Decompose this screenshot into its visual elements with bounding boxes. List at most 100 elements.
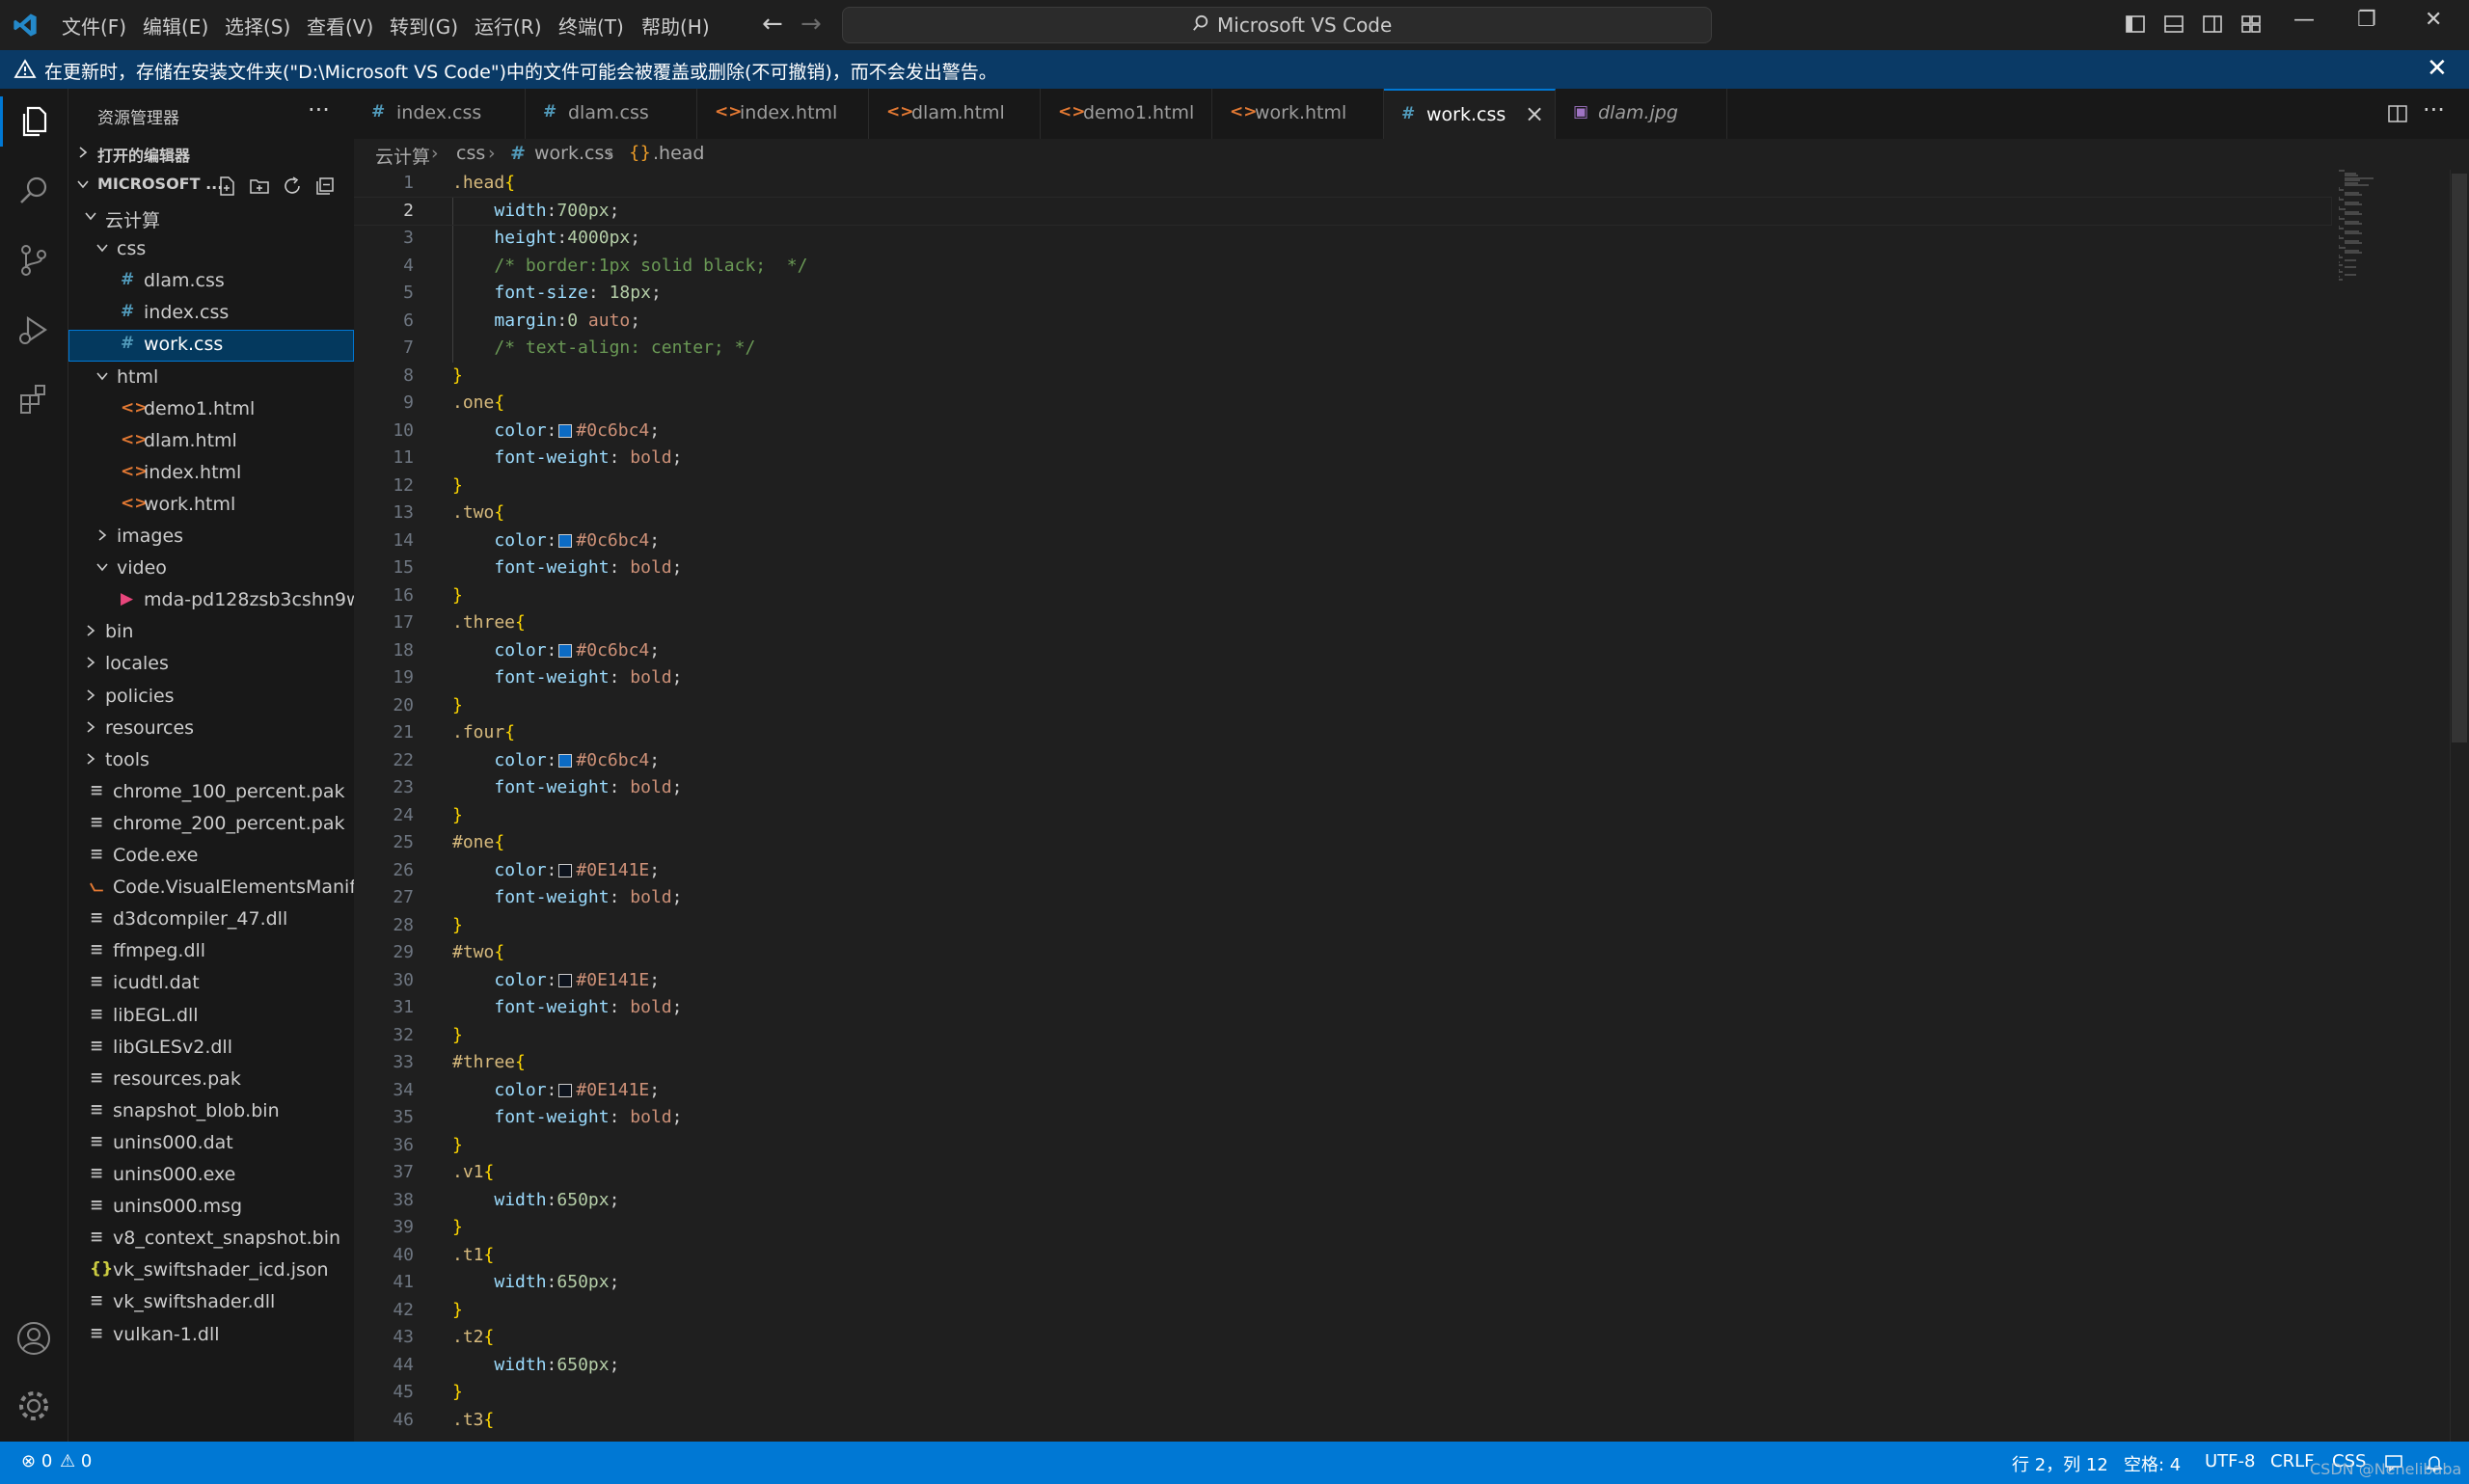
- tree-folder[interactable]: video: [68, 553, 354, 585]
- settings-gear-icon[interactable]: [14, 1387, 53, 1425]
- tree-file[interactable]: <> work.html: [68, 490, 354, 522]
- tree-file[interactable]: ≡ ffmpeg.dll: [68, 936, 354, 968]
- tree-file[interactable]: ≡ v8_context_snapshot.bin: [68, 1224, 354, 1255]
- menu-item[interactable]: 运行(R): [475, 12, 542, 40]
- color-swatch[interactable]: [558, 753, 573, 768]
- menu-item[interactable]: 查看(V): [307, 12, 373, 40]
- tree-folder[interactable]: policies: [68, 682, 354, 714]
- color-swatch[interactable]: [558, 863, 573, 877]
- refresh-icon[interactable]: [281, 175, 304, 198]
- minimap[interactable]: [2339, 170, 2416, 285]
- toggle-primary-sidebar-icon[interactable]: [2125, 13, 2146, 35]
- editor-tab[interactable]: # dlam.css: [526, 89, 697, 139]
- editor-more-actions-icon[interactable]: ···: [2423, 96, 2445, 123]
- collapse-all-icon[interactable]: [313, 175, 337, 198]
- tree-folder[interactable]: resources: [68, 714, 354, 745]
- tree-file[interactable]: ≡ resources.pak: [68, 1065, 354, 1096]
- color-swatch[interactable]: [558, 643, 573, 658]
- close-window-button[interactable]: ✕: [2425, 8, 2442, 32]
- back-arrow-icon[interactable]: ←: [762, 10, 783, 39]
- tree-file[interactable]: <> index.html: [68, 458, 354, 490]
- warnings-status[interactable]: ⚠ 0: [60, 1451, 92, 1471]
- extensions-icon[interactable]: [14, 380, 53, 418]
- tree-file[interactable]: ≡ unins000.msg: [68, 1192, 354, 1224]
- color-swatch[interactable]: [558, 973, 573, 987]
- tree-folder[interactable]: css: [68, 234, 354, 266]
- breadcrumb-item[interactable]: css: [456, 143, 485, 164]
- editor-tab[interactable]: <> work.html: [1212, 89, 1384, 139]
- close-banner-icon[interactable]: ✕: [2427, 54, 2448, 83]
- menu-item[interactable]: 选择(S): [225, 12, 290, 40]
- editor-tab[interactable]: <> dlam.html: [869, 89, 1041, 139]
- run-debug-icon[interactable]: [14, 310, 53, 349]
- tree-file[interactable]: ≡ unins000.exe: [68, 1160, 354, 1192]
- tree-file[interactable]: # index.css: [68, 298, 354, 330]
- open-editors-section[interactable]: 打开的编辑器: [68, 139, 354, 171]
- tree-file[interactable]: # work.css: [68, 330, 354, 363]
- breadcrumb-item[interactable]: 云计算: [375, 143, 430, 169]
- color-swatch[interactable]: [558, 533, 573, 548]
- tree-folder[interactable]: images: [68, 522, 354, 553]
- tree-file[interactable]: ≡ icudtl.dat: [68, 968, 354, 1000]
- tree-file[interactable]: {} vk_swiftshader_icd.json: [68, 1255, 354, 1287]
- customize-layout-icon[interactable]: [2240, 13, 2262, 35]
- menu-item[interactable]: 终端(T): [558, 12, 624, 40]
- accounts-icon[interactable]: [14, 1319, 53, 1358]
- tree-file[interactable]: <> demo1.html: [68, 394, 354, 426]
- close-tab-icon[interactable]: ×: [1525, 100, 1544, 127]
- eol-status[interactable]: CRLF: [2270, 1451, 2314, 1471]
- tree-folder[interactable]: html: [68, 363, 354, 394]
- explorer-icon[interactable]: [14, 102, 53, 141]
- tree-file[interactable]: ≡ Code.exe: [68, 841, 354, 873]
- encoding-status[interactable]: UTF-8: [2205, 1451, 2255, 1471]
- editor-tab[interactable]: # index.css: [354, 89, 526, 139]
- restore-button[interactable]: ❐: [2357, 8, 2376, 32]
- tree-file[interactable]: ≡ chrome_100_percent.pak: [68, 777, 354, 809]
- menu-item[interactable]: 文件(F): [62, 12, 126, 40]
- menu-item[interactable]: 帮助(H): [641, 12, 710, 40]
- tree-folder[interactable]: 云计算: [68, 202, 354, 234]
- breadcrumb-item[interactable]: .head: [653, 143, 704, 164]
- minimize-button[interactable]: —: [2293, 8, 2315, 32]
- tree-file[interactable]: ≡ unins000.dat: [68, 1128, 354, 1160]
- scrollbar-thumb[interactable]: [2452, 174, 2467, 742]
- tree-file[interactable]: ≡ snapshot_blob.bin: [68, 1096, 354, 1128]
- menu-item[interactable]: 转到(G): [390, 12, 458, 40]
- editor-tab[interactable]: <> index.html: [697, 89, 869, 139]
- tree-folder[interactable]: tools: [68, 745, 354, 777]
- code-editor[interactable]: 1 .head{2 width:700px; 3 height:4000px; 4 /…: [354, 170, 2469, 1442]
- tree-file[interactable]: ≡ libEGL.dll: [68, 1001, 354, 1033]
- toggle-secondary-sidebar-icon[interactable]: [2202, 13, 2223, 35]
- editor-tab[interactable]: # work.css ×: [1384, 89, 1556, 139]
- new-file-icon[interactable]: [215, 175, 238, 198]
- split-editor-icon[interactable]: [2386, 102, 2409, 125]
- tree-file[interactable]: ⦦ Code.VisualElementsManif...: [68, 873, 372, 904]
- more-actions-icon[interactable]: ···: [308, 96, 330, 123]
- menu-item[interactable]: 编辑(E): [143, 12, 208, 40]
- tree-file[interactable]: ≡ libGLESv2.dll: [68, 1033, 354, 1065]
- tree-file[interactable]: ≡ d3dcompiler_47.dll: [68, 904, 354, 936]
- tree-file[interactable]: ≡ vulkan-1.dll: [68, 1320, 354, 1352]
- workspace-folder-section[interactable]: MICROSOFT ...: [68, 171, 354, 202]
- color-swatch[interactable]: [558, 1083, 573, 1097]
- indentation-status[interactable]: 空格: 4: [2124, 1451, 2181, 1476]
- tree-folder[interactable]: locales: [68, 649, 354, 681]
- tree-file[interactable]: # dlam.css: [68, 266, 354, 298]
- toggle-panel-icon[interactable]: [2163, 13, 2184, 35]
- source-control-icon[interactable]: [14, 241, 53, 280]
- command-center[interactable]: Microsoft VS Code: [842, 7, 1712, 43]
- tree-file[interactable]: ≡ vk_swiftshader.dll: [68, 1287, 354, 1319]
- breadcrumb-item[interactable]: work.css: [534, 143, 613, 164]
- editor-tab[interactable]: <> demo1.html: [1041, 89, 1212, 139]
- editor-tab[interactable]: ▣ dlam.jpg: [1556, 89, 1727, 139]
- new-folder-icon[interactable]: [248, 175, 271, 198]
- tree-folder[interactable]: bin: [68, 617, 354, 649]
- tree-file[interactable]: ≡ chrome_200_percent.pak: [68, 809, 354, 841]
- tree-file[interactable]: <> dlam.html: [68, 426, 354, 458]
- cursor-position[interactable]: 行 2，列 12: [2012, 1451, 2108, 1476]
- errors-status[interactable]: ⊗ 0: [21, 1451, 52, 1471]
- search-icon[interactable]: [14, 172, 53, 210]
- tree-file[interactable]: ▶ mda-pd128zsb3cshn9w...: [68, 585, 377, 617]
- color-swatch[interactable]: [558, 423, 573, 438]
- forward-arrow-icon[interactable]: →: [800, 10, 822, 39]
